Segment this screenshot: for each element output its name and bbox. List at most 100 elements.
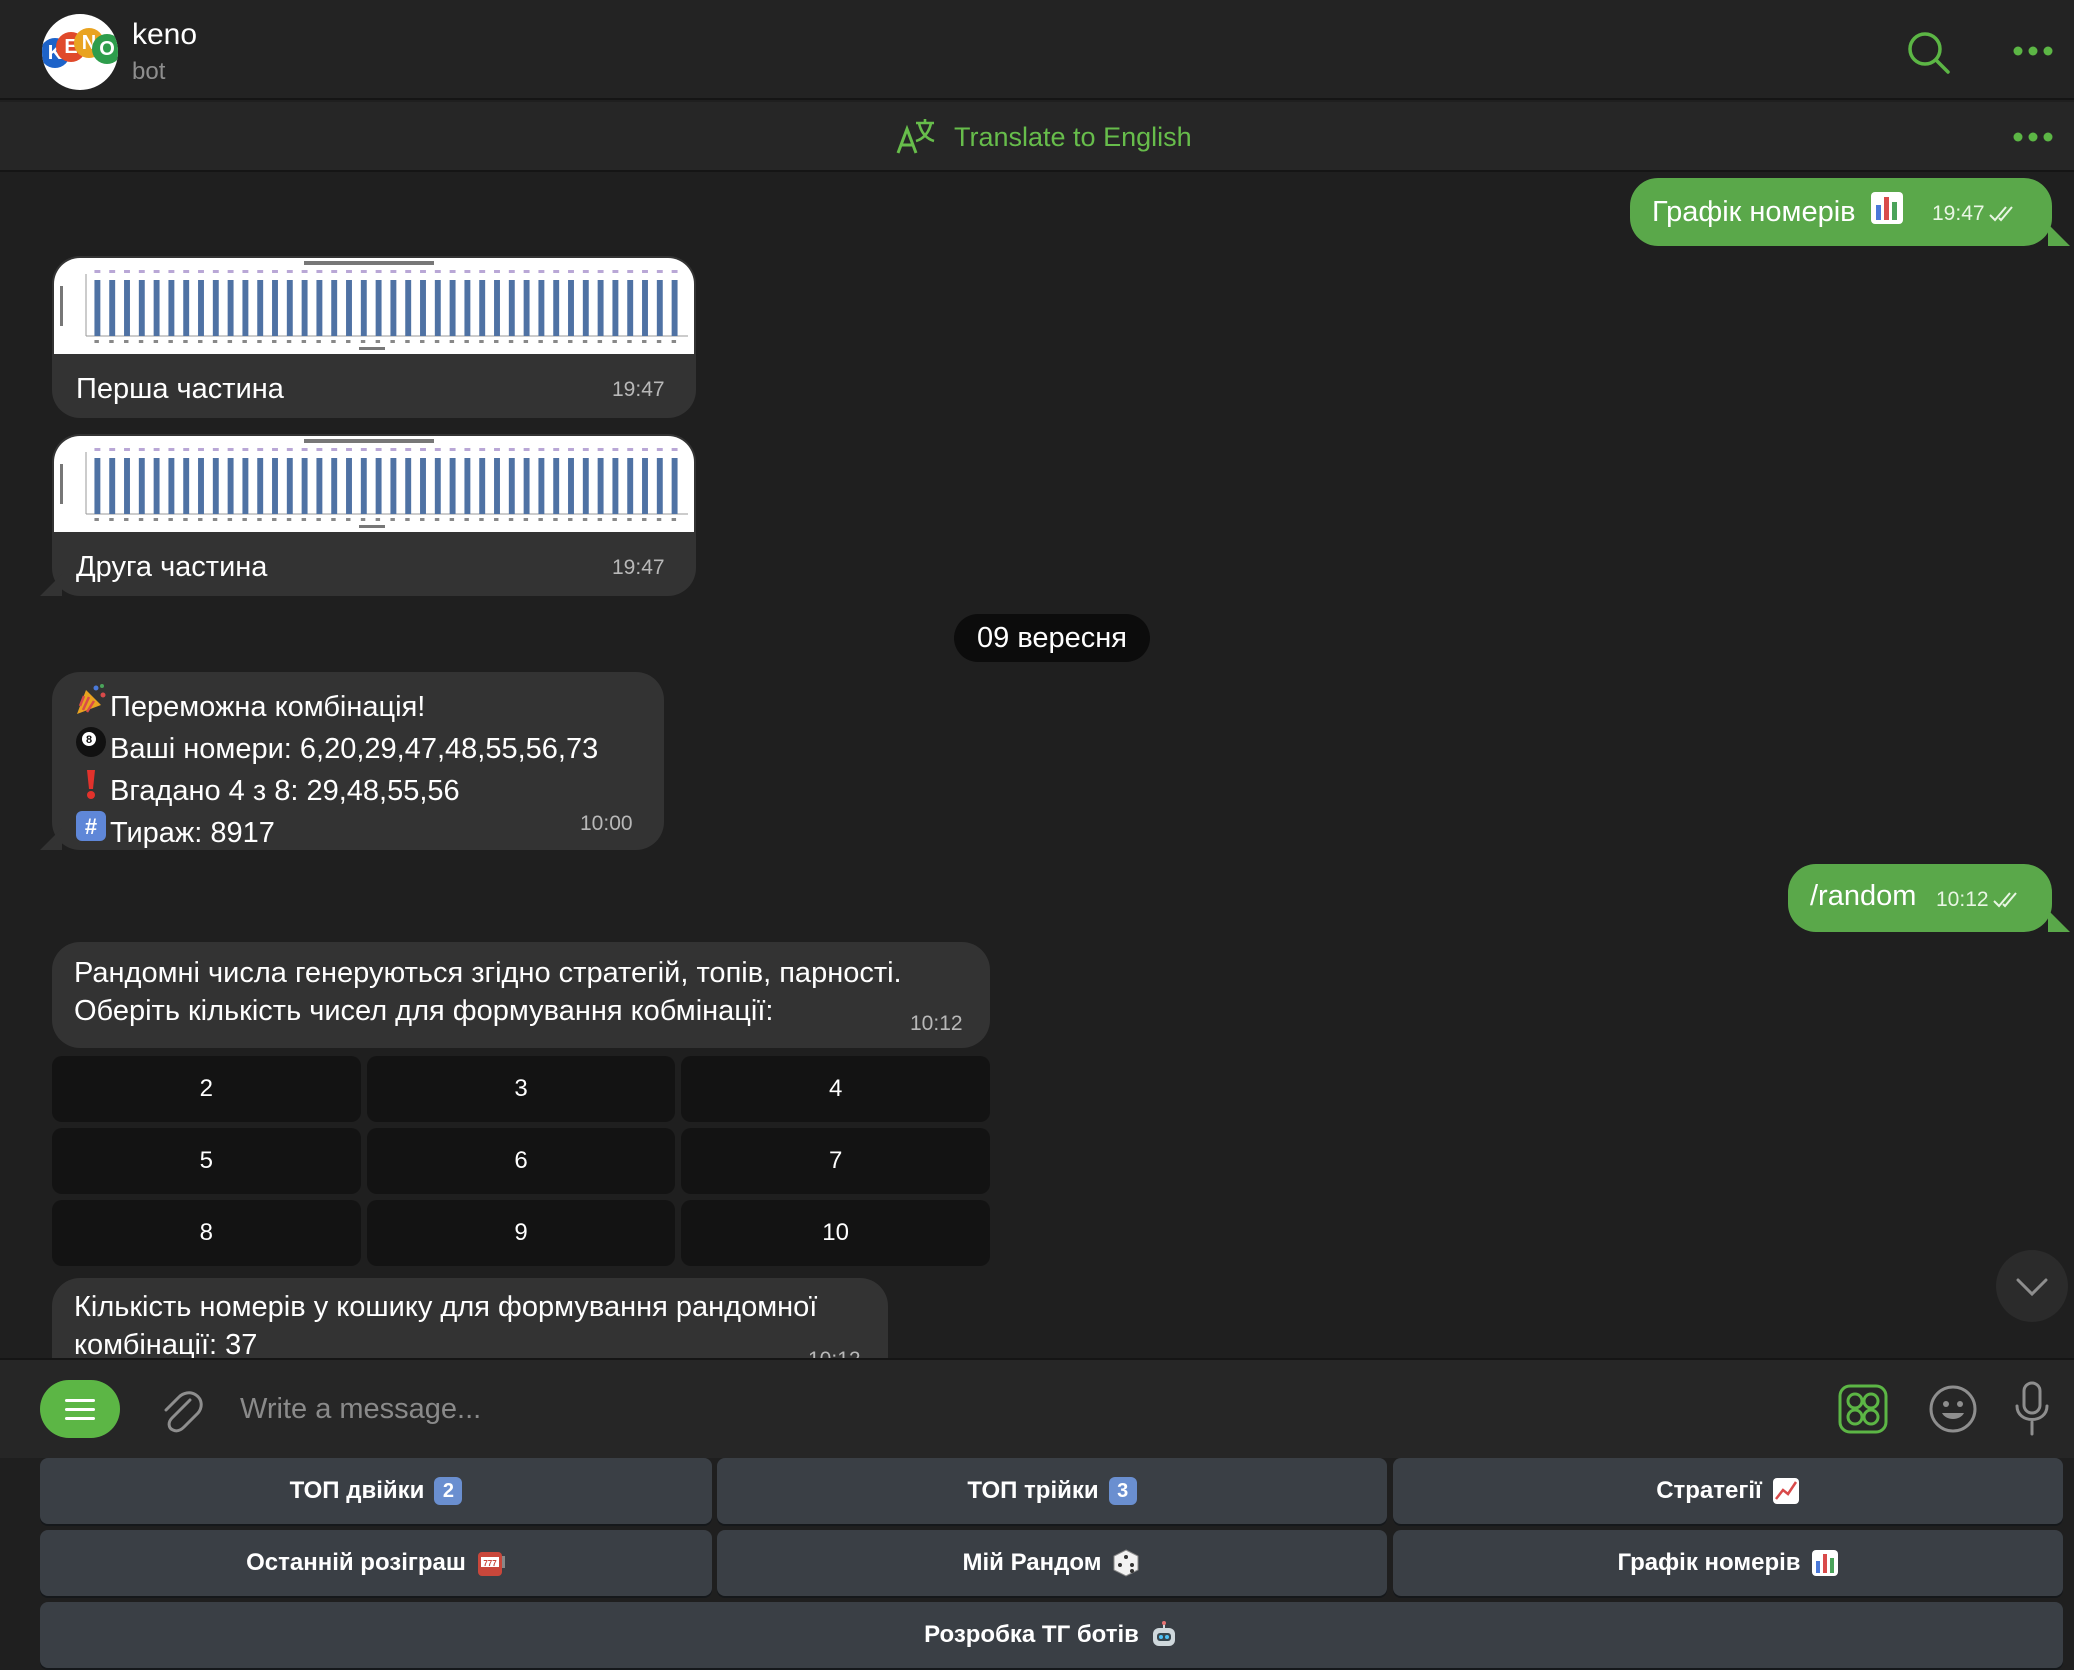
thumb-title-mark bbox=[304, 261, 434, 265]
message-input[interactable] bbox=[240, 1386, 1800, 1432]
chart-image[interactable] bbox=[54, 436, 694, 532]
inline-button[interactable]: 5 bbox=[52, 1128, 361, 1194]
number-chart-button[interactable]: Графік номерів bbox=[1393, 1530, 2063, 1596]
thumb-tick-mark bbox=[272, 518, 277, 521]
thumb-tick-mark bbox=[168, 340, 173, 343]
inline-button[interactable]: 6 bbox=[366, 1128, 676, 1194]
thumb-bar bbox=[153, 280, 160, 336]
thumb-label-mark bbox=[538, 270, 545, 273]
inline-button[interactable]: 3 bbox=[366, 1056, 676, 1122]
win-draw: Тираж: 8917 bbox=[110, 817, 275, 849]
thumb-tick-mark bbox=[360, 518, 366, 521]
bar-chart-icon bbox=[1870, 192, 1903, 224]
thumb-bar bbox=[346, 280, 352, 336]
thumb-bar bbox=[360, 458, 367, 514]
photo-message[interactable]: Друга частина 19:47 bbox=[52, 434, 696, 596]
thumb-label-mark bbox=[390, 448, 397, 451]
photo-message[interactable]: Перша частина 19:47 bbox=[52, 256, 696, 418]
thumb-tick-mark bbox=[390, 518, 395, 521]
thumb-tick-mark bbox=[479, 518, 484, 521]
thumb-bar bbox=[597, 280, 604, 336]
thumb-label-mark bbox=[523, 448, 530, 451]
inline-button[interactable]: 7 bbox=[681, 1128, 990, 1194]
incoming-message[interactable]: Рандомні числа генеруються згідно страте… bbox=[52, 942, 990, 1048]
inline-button[interactable]: 8 bbox=[52, 1200, 361, 1266]
thumb-bar bbox=[183, 280, 190, 336]
number-frequency-chart-thumbnail bbox=[60, 439, 688, 528]
incoming-message[interactable]: Кількість номерів у кошику для формуванн… bbox=[52, 1278, 888, 1358]
thumb-tick-mark bbox=[257, 518, 262, 521]
outgoing-message[interactable]: Графік номерів 19:47 bbox=[1630, 178, 2052, 246]
bot-development-button[interactable]: Розробка ТГ ботів bbox=[40, 1602, 2063, 1668]
thumb-bar bbox=[434, 458, 441, 514]
thumb-bar bbox=[360, 280, 367, 336]
chart-image[interactable] bbox=[54, 258, 694, 354]
scroll-to-bottom-button[interactable] bbox=[1996, 1250, 2068, 1322]
thumb-label-mark bbox=[494, 448, 500, 451]
translate-label: Translate to English bbox=[954, 121, 1192, 152]
keycap-icon: 3 bbox=[1108, 1477, 1137, 1505]
thumb-tick-mark bbox=[508, 518, 514, 521]
emoji-icon[interactable] bbox=[1928, 1384, 1978, 1434]
translate-more-icon[interactable] bbox=[2012, 130, 2054, 144]
thumb-bar bbox=[553, 458, 560, 514]
chevron-down-icon bbox=[2016, 1278, 2048, 1297]
thumb-tick-mark bbox=[553, 518, 558, 521]
bar-chart-icon bbox=[1811, 1550, 1838, 1576]
inline-button[interactable]: 2 bbox=[52, 1056, 361, 1122]
message-list[interactable]: Графік номерів 19:47 Перша частина 19:47 bbox=[0, 174, 2074, 1358]
thumb-label-mark bbox=[227, 270, 234, 273]
translate-icon bbox=[896, 119, 935, 154]
thumb-label-mark bbox=[272, 270, 278, 273]
bot-avatar[interactable]: K E N O bbox=[42, 14, 118, 90]
more-icon[interactable] bbox=[2012, 44, 2054, 58]
win-title: Переможна комбінація! bbox=[110, 691, 426, 723]
message-time: 10:00 bbox=[580, 812, 633, 835]
incoming-message[interactable]: Переможна комбінація! 8 Ваші номери: 6,2… bbox=[52, 672, 664, 850]
thumb-label-mark bbox=[671, 448, 678, 451]
thumb-bar bbox=[420, 280, 426, 336]
thumb-label-mark bbox=[627, 448, 634, 451]
thumb-tick-mark bbox=[331, 340, 336, 343]
inline-button[interactable]: 4 bbox=[681, 1056, 990, 1122]
thumb-tick-mark bbox=[183, 518, 188, 521]
thumb-label-mark bbox=[331, 270, 338, 273]
mic-icon[interactable] bbox=[2012, 1380, 2052, 1438]
thumb-tick-mark bbox=[138, 518, 144, 521]
message-text-line: Оберіть кількість чисел для формування к… bbox=[74, 995, 774, 1027]
translate-button[interactable]: Translate to English bbox=[894, 116, 1192, 158]
thumb-bar bbox=[227, 458, 234, 514]
thumb-bar bbox=[272, 458, 278, 514]
message-composer bbox=[0, 1358, 2074, 1458]
thumb-tick-mark bbox=[153, 518, 159, 521]
thumb-label-mark bbox=[153, 270, 160, 273]
thumb-bar bbox=[656, 280, 663, 336]
bot-menu-button[interactable] bbox=[40, 1380, 120, 1438]
thumb-bar bbox=[331, 458, 338, 514]
thumb-label-mark bbox=[656, 448, 663, 451]
thumb-label-mark bbox=[597, 448, 604, 451]
thumb-bar bbox=[494, 458, 500, 514]
thumb-label-mark bbox=[420, 448, 426, 451]
attach-icon[interactable] bbox=[156, 1384, 206, 1436]
thumb-label-mark bbox=[331, 448, 338, 451]
thumb-bar bbox=[449, 458, 456, 514]
search-icon[interactable] bbox=[1906, 30, 1952, 76]
thumb-label-mark bbox=[508, 270, 515, 273]
my-random-button[interactable]: Мій Рандом bbox=[717, 1530, 1387, 1596]
sticker-icon[interactable] bbox=[1838, 1384, 1888, 1434]
last-draw-button[interactable]: Останній розіграш 777 bbox=[40, 1530, 712, 1596]
inline-button[interactable]: 10 bbox=[681, 1200, 990, 1266]
outgoing-message[interactable]: /random 10:12 bbox=[1788, 864, 2052, 932]
thumb-tick-mark bbox=[627, 518, 632, 521]
strategies-button[interactable]: Стратегії bbox=[1393, 1458, 2063, 1524]
thumb-bar bbox=[375, 458, 382, 514]
inline-button[interactable]: 9 bbox=[366, 1200, 676, 1266]
thumb-tick-mark bbox=[227, 518, 233, 521]
top-triples-button[interactable]: ТОП трійки 3 bbox=[717, 1458, 1387, 1524]
chat-title[interactable]: keno bbox=[132, 18, 197, 52]
thumb-bar bbox=[553, 280, 560, 336]
thumb-title-mark bbox=[304, 439, 434, 443]
thumb-label-mark bbox=[612, 448, 619, 451]
top-pairs-button[interactable]: ТОП двійки 2 bbox=[40, 1458, 712, 1524]
